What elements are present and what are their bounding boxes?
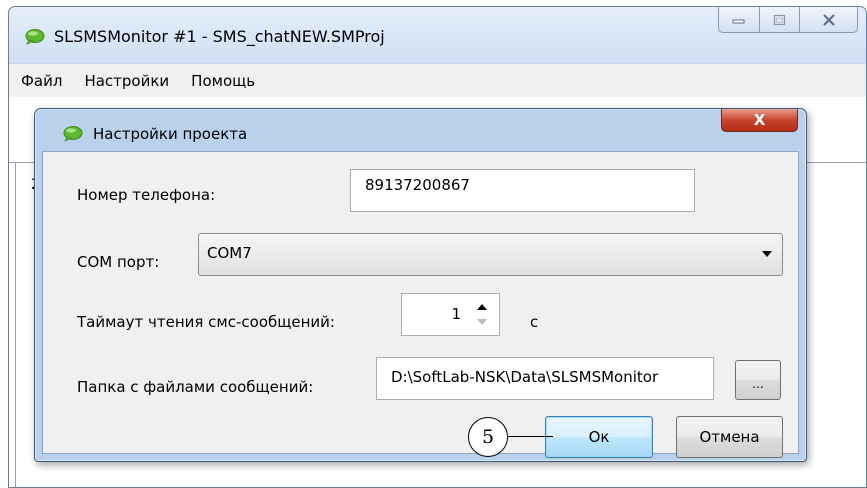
callout-marker: 5	[468, 417, 508, 457]
timeout-value: 1	[451, 305, 461, 323]
close-icon: X	[753, 111, 766, 129]
com-port-select[interactable]: COM7	[198, 233, 783, 276]
ok-button[interactable]: Ок	[545, 416, 653, 458]
folder-input[interactable]: D:\SoftLab-NSK\Data\SLSMSMonitor	[376, 357, 714, 400]
maximize-icon	[773, 14, 785, 25]
chat-bubble-icon	[63, 126, 83, 142]
timeout-label: Таймаут чтения смс-сообщений:	[77, 313, 335, 331]
callout-pointer	[508, 436, 553, 437]
com-port-label: COM порт:	[77, 253, 160, 271]
minimize-button[interactable]	[718, 7, 760, 33]
spin-down-icon[interactable]	[477, 319, 487, 325]
browse-button[interactable]: ...	[735, 360, 781, 400]
phone-label: Номер телефона:	[77, 186, 216, 204]
dialog-title: Настройки проекта	[93, 125, 248, 143]
timeout-stepper[interactable]: 1	[401, 293, 500, 336]
callout-number: 5	[481, 426, 495, 448]
spin-up-icon[interactable]	[477, 304, 487, 310]
folder-label: Папка с файлами сообщений:	[77, 378, 314, 396]
divider	[15, 162, 16, 487]
menu-settings[interactable]: Настройки	[84, 72, 169, 90]
dialog-body: Номер телефона: 89137200867 COM порт: CO…	[42, 151, 799, 458]
menu-bar: Файл Настройки Помощь	[9, 63, 866, 97]
minimize-icon	[732, 19, 745, 23]
close-icon	[822, 13, 835, 26]
chat-bubble-icon	[25, 29, 45, 45]
window-title: SLSMSMonitor #1 - SMS_chatNEW.SMProj	[54, 27, 385, 46]
timeout-unit: с	[530, 313, 539, 331]
project-settings-dialog: Настройки проекта X Номер телефона: 8913…	[34, 108, 807, 462]
menu-help[interactable]: Помощь	[191, 72, 255, 90]
com-port-value: COM7	[207, 244, 252, 262]
dialog-close-button[interactable]: X	[721, 109, 798, 132]
chevron-down-icon	[762, 251, 772, 257]
phone-input[interactable]: 89137200867	[350, 169, 695, 212]
close-button[interactable]	[800, 7, 858, 33]
cancel-button[interactable]: Отмена	[676, 416, 783, 458]
dialog-titlebar[interactable]: Настройки проекта X	[35, 109, 806, 151]
caption-buttons	[718, 7, 858, 33]
main-titlebar[interactable]: SLSMSMonitor #1 - SMS_chatNEW.SMProj	[9, 7, 866, 63]
menu-file[interactable]: Файл	[21, 72, 62, 90]
maximize-button[interactable]	[760, 7, 800, 33]
